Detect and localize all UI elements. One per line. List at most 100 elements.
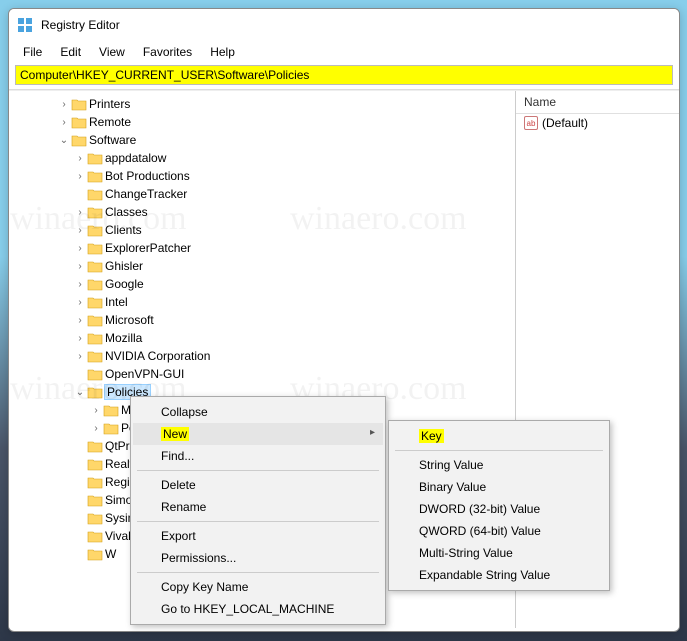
tree-item[interactable]: ⌄ Software bbox=[9, 131, 515, 149]
ctx-new-dword[interactable]: DWORD (32-bit) Value bbox=[391, 498, 607, 520]
value-name: (Default) bbox=[542, 116, 588, 130]
tree-item[interactable]: › Printers bbox=[9, 95, 515, 113]
tree-item-label: appdatalow bbox=[105, 151, 166, 165]
menu-help[interactable]: Help bbox=[202, 43, 243, 61]
ctx-new-qword[interactable]: QWORD (64-bit) Value bbox=[391, 520, 607, 542]
tree-item[interactable]: › Google bbox=[9, 275, 515, 293]
chevron-right-icon[interactable]: › bbox=[73, 207, 87, 218]
value-row-default[interactable]: ab (Default) bbox=[516, 114, 679, 132]
folder-icon bbox=[87, 367, 103, 381]
ctx-find[interactable]: Find... bbox=[133, 445, 383, 467]
tree-item[interactable]: OpenVPN-GUI bbox=[9, 365, 515, 383]
chevron-right-icon[interactable]: › bbox=[73, 243, 87, 254]
tree-item[interactable]: › Clients bbox=[9, 221, 515, 239]
ctx-copy-key-name[interactable]: Copy Key Name bbox=[133, 576, 383, 598]
ctx-separator bbox=[137, 521, 379, 522]
folder-icon bbox=[87, 385, 103, 399]
ctx-separator bbox=[137, 470, 379, 471]
folder-icon bbox=[87, 259, 103, 273]
tree-item[interactable]: › Microsoft bbox=[9, 311, 515, 329]
folder-icon bbox=[87, 349, 103, 363]
address-input[interactable] bbox=[15, 65, 673, 85]
chevron-right-icon[interactable]: › bbox=[73, 171, 87, 182]
context-menu-new-submenu: Key String Value Binary Value DWORD (32-… bbox=[388, 420, 610, 591]
ctx-goto-hklm[interactable]: Go to HKEY_LOCAL_MACHINE bbox=[133, 598, 383, 620]
ctx-new[interactable]: New bbox=[133, 423, 383, 445]
chevron-right-icon[interactable]: › bbox=[57, 117, 71, 128]
ctx-separator bbox=[395, 450, 603, 451]
tree-item-label: NVIDIA Corporation bbox=[105, 349, 210, 363]
folder-icon bbox=[87, 241, 103, 255]
chevron-right-icon[interactable]: › bbox=[89, 423, 103, 434]
ctx-new-binary[interactable]: Binary Value bbox=[391, 476, 607, 498]
ctx-new-multi-string[interactable]: Multi-String Value bbox=[391, 542, 607, 564]
chevron-right-icon[interactable]: › bbox=[73, 261, 87, 272]
folder-icon bbox=[87, 547, 103, 561]
folder-icon bbox=[87, 529, 103, 543]
menu-favorites[interactable]: Favorites bbox=[135, 43, 200, 61]
menubar: File Edit View Favorites Help bbox=[9, 41, 679, 63]
tree-item[interactable]: › ExplorerPatcher bbox=[9, 239, 515, 257]
tree-item-label: Remote bbox=[89, 115, 131, 129]
folder-icon bbox=[71, 97, 87, 111]
folder-icon bbox=[87, 295, 103, 309]
tree-item-label: QtPr bbox=[105, 439, 130, 453]
tree-item[interactable]: › appdatalow bbox=[9, 149, 515, 167]
ctx-permissions[interactable]: Permissions... bbox=[133, 547, 383, 569]
values-header-name[interactable]: Name bbox=[516, 91, 679, 114]
menu-file[interactable]: File bbox=[15, 43, 50, 61]
addressbar-row bbox=[9, 63, 679, 90]
tree-item-label: ExplorerPatcher bbox=[105, 241, 191, 255]
tree-item[interactable]: › NVIDIA Corporation bbox=[9, 347, 515, 365]
folder-icon bbox=[87, 511, 103, 525]
tree-item-label: Software bbox=[89, 133, 136, 147]
chevron-right-icon[interactable]: › bbox=[73, 225, 87, 236]
folder-icon bbox=[87, 223, 103, 237]
folder-icon bbox=[71, 133, 87, 147]
ctx-rename[interactable]: Rename bbox=[133, 496, 383, 518]
tree-item[interactable]: › Remote bbox=[9, 113, 515, 131]
folder-icon bbox=[87, 439, 103, 453]
tree-item-label: Microsoft bbox=[105, 313, 154, 327]
menu-edit[interactable]: Edit bbox=[52, 43, 89, 61]
tree-item-label: Mozilla bbox=[105, 331, 142, 345]
tree-item-label: Printers bbox=[89, 97, 130, 111]
chevron-right-icon[interactable]: › bbox=[73, 153, 87, 164]
titlebar[interactable]: Registry Editor bbox=[9, 9, 679, 41]
tree-item[interactable]: ›Classes bbox=[9, 203, 515, 221]
tree-item[interactable]: ›Bot Productions bbox=[9, 167, 515, 185]
tree-item-label: OpenVPN-GUI bbox=[105, 367, 184, 381]
tree-item[interactable]: › Mozilla bbox=[9, 329, 515, 347]
tree-item-label: Clients bbox=[105, 223, 142, 237]
chevron-right-icon[interactable]: › bbox=[89, 405, 103, 416]
folder-icon bbox=[87, 169, 103, 183]
tree-item-label: Ghisler bbox=[105, 259, 143, 273]
folder-icon bbox=[71, 115, 87, 129]
folder-icon bbox=[87, 313, 103, 327]
chevron-right-icon[interactable]: › bbox=[73, 315, 87, 326]
ctx-delete[interactable]: Delete bbox=[133, 474, 383, 496]
chevron-down-icon[interactable]: ⌄ bbox=[73, 387, 87, 398]
tree-item-label: W bbox=[105, 547, 116, 561]
menu-view[interactable]: View bbox=[91, 43, 133, 61]
ctx-new-string[interactable]: String Value bbox=[391, 454, 607, 476]
chevron-right-icon[interactable]: › bbox=[73, 351, 87, 362]
tree-item[interactable]: ChangeTracker bbox=[9, 185, 515, 203]
folder-icon bbox=[87, 493, 103, 507]
folder-icon bbox=[87, 151, 103, 165]
folder-icon bbox=[87, 277, 103, 291]
chevron-right-icon[interactable]: › bbox=[73, 333, 87, 344]
chevron-down-icon[interactable]: ⌄ bbox=[57, 135, 71, 146]
app-icon bbox=[17, 17, 33, 33]
ctx-collapse[interactable]: Collapse bbox=[133, 401, 383, 423]
folder-icon bbox=[87, 205, 103, 219]
tree-item-label: Google bbox=[105, 277, 144, 291]
chevron-right-icon[interactable]: › bbox=[73, 297, 87, 308]
tree-item[interactable]: ›Intel bbox=[9, 293, 515, 311]
tree-item[interactable]: › Ghisler bbox=[9, 257, 515, 275]
chevron-right-icon[interactable]: › bbox=[57, 99, 71, 110]
ctx-new-expandable-string[interactable]: Expandable String Value bbox=[391, 564, 607, 586]
chevron-right-icon[interactable]: › bbox=[73, 279, 87, 290]
ctx-new-key[interactable]: Key bbox=[391, 425, 607, 447]
ctx-export[interactable]: Export bbox=[133, 525, 383, 547]
